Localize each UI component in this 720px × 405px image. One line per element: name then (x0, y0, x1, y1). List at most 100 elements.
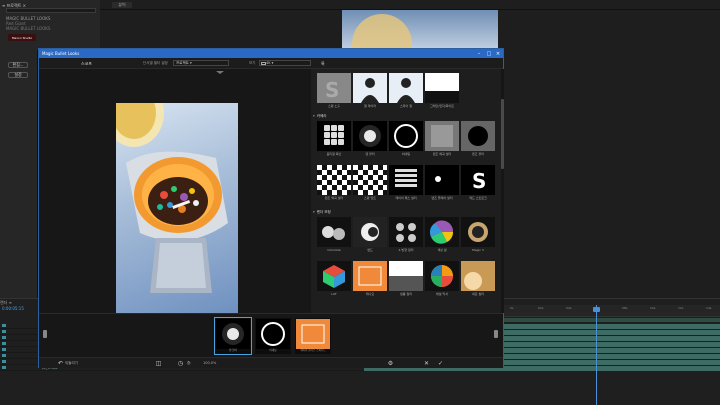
look-tool-tile[interactable]: Magic 3 (461, 217, 495, 253)
look-tool-tile[interactable]: 스파이 얼 (389, 73, 423, 109)
look-tool-tile[interactable]: 렌즈 플레어 필터 (425, 165, 459, 201)
preview-area (39, 69, 311, 319)
minimize-button[interactable]: – (475, 50, 483, 57)
look-tool-tile[interactable]: 그레인/입자/화이트 (425, 73, 459, 109)
look-tool-tile[interactable]: 채널 믹서 (425, 261, 459, 297)
playhead-handle[interactable] (593, 307, 600, 312)
tool-thumbnail (317, 217, 351, 247)
dialog-titlebar[interactable]: Magic Bullet Looks – □ × (39, 49, 503, 58)
tool-thumbnail (425, 217, 459, 247)
viewer-tabbar (100, 0, 720, 10)
undo-icon[interactable]: ↶ (57, 360, 64, 367)
chain-tool-label: 레이어 플러스 스피티드 (300, 349, 326, 352)
gear-icon[interactable]: ⚙ (387, 360, 394, 367)
view-dropdown[interactable]: 4K ▾ (259, 60, 311, 66)
timecode[interactable]: 0:00:05:15 (2, 306, 24, 311)
look-tool-tile[interactable]: 필름 컬러 (389, 261, 423, 297)
look-tool-tile[interactable]: 비네팅 (389, 121, 423, 157)
tool-chain-strip: 렌 블러 비네팅 레이어 플러스 스피티드 (39, 313, 503, 357)
work-area-bar[interactable] (504, 318, 720, 322)
tool-label: Magic 3 (472, 248, 484, 252)
look-tool-tile[interactable]: 스윙 틸트 (353, 165, 387, 201)
chevron-right-icon[interactable] (494, 330, 498, 338)
category-label: 렌더 보정 (316, 210, 331, 214)
tool-thumbnail (317, 261, 351, 291)
tool-label: LUT (331, 292, 337, 296)
layer-visibility-toggle[interactable] (2, 360, 6, 363)
look-tool-tile[interactable]: 렌 블러 (353, 121, 387, 157)
chevron-down-icon[interactable] (216, 71, 224, 74)
tool-thumbnail (425, 73, 459, 103)
look-tool-tile[interactable]: S 레드 스트로크 (461, 165, 495, 201)
brand-logo: Maxon Studio (8, 34, 36, 41)
dialog-toolbar: 스코프 단서별 필터 설정 프로젝트 ▾ 보기 4K ▾ 룩 (39, 58, 503, 69)
timeline-ruler[interactable]: 0s02s04s06s08s10s12s14s (504, 305, 720, 317)
settings-button[interactable]: 설정 (8, 72, 28, 78)
ruler-tick: 12s (678, 306, 684, 310)
layer-visibility-toggle[interactable] (2, 354, 6, 357)
ruler-tick: 08s (622, 306, 628, 310)
layer-visibility-toggle[interactable] (2, 348, 6, 351)
layer-visibility-toggle[interactable] (2, 366, 6, 369)
tool-thumbnail (461, 217, 495, 247)
layer-visibility-toggle[interactable] (2, 342, 6, 345)
tool-thumbnail (353, 165, 387, 195)
close-button[interactable]: × (494, 50, 502, 57)
look-tool-tile[interactable]: 밴드 (353, 217, 387, 253)
chevron-left-icon[interactable] (43, 330, 47, 338)
tab-viewer[interactable]: 뷰어 (112, 2, 132, 8)
tool-label: 렌즈 왜곡 필터 (324, 196, 344, 200)
layer-visibility-toggle[interactable] (2, 324, 6, 327)
edit-button[interactable]: 편집... (8, 62, 28, 68)
look-tool-tile[interactable]: 레나요 (353, 261, 387, 297)
tool-label: 그레인/입자/화이트 (429, 104, 455, 108)
layer-visibility-toggle[interactable] (2, 330, 6, 333)
chain-tool-tile[interactable]: 비네팅 (255, 318, 291, 354)
zoom-value[interactable]: 100.0% (203, 361, 216, 365)
scrollbar-thumb[interactable] (501, 99, 504, 169)
tool-label: 비네팅 (401, 152, 411, 156)
look-tool-tile[interactable]: 레이어 패스 필터 (389, 165, 423, 201)
preset-dropdown[interactable]: 프로젝트 ▾ (173, 60, 229, 66)
chevron-down-icon: ▾ (313, 210, 315, 214)
chain-tool-tile[interactable]: 렌 블러 (214, 317, 252, 355)
look-tool-tile[interactable]: Colorista (317, 217, 351, 253)
chain-tool-tile[interactable]: 레이어 플러스 스피티드 (295, 318, 331, 354)
category-header[interactable]: ▾ 렌더 보정 (313, 209, 499, 215)
timeline-title[interactable]: 렌더 ≡ (0, 300, 40, 305)
tool-label: 렌즈 블러 (472, 152, 484, 156)
confirm-icon[interactable]: ✓ (437, 360, 444, 367)
tool-thumbnail (317, 121, 351, 151)
look-tool-tile[interactable]: 렌즈 블러 (461, 121, 495, 157)
layer-visibility-toggle[interactable] (2, 336, 6, 339)
look-tool-tile[interactable]: 4-방향 컬러 (389, 217, 423, 253)
preview-section-title: 스코프 (81, 61, 93, 66)
tool-label: 스파이 얼 (400, 104, 412, 108)
look-tool-tile[interactable]: 렌즈 왜곡 필터 (425, 121, 459, 157)
maximize-button[interactable]: □ (485, 50, 493, 57)
project-panel: ≡ 프로젝트 × MAGIC BULLET LOOKS Red Giant MA… (0, 0, 100, 50)
tool-thumbnail (353, 73, 387, 103)
cancel-icon[interactable]: ✕ (423, 360, 430, 367)
tools-panel: S 스윙 노출 얼 마이라 스파이 얼 그레인/입자/화이트 ▾ 카메라 옵티컬 확산 렌 블러… (311, 69, 501, 313)
svg-text:S: S (325, 78, 339, 102)
preview-image[interactable] (116, 103, 238, 319)
clock-icon[interactable]: ◷ (177, 360, 184, 367)
look-tool-tile[interactable]: S 스윙 노출 (317, 73, 351, 109)
preview-photo (116, 103, 228, 293)
look-tool-tile[interactable]: 네온 필터 (461, 261, 495, 297)
look-tool-tile[interactable]: LUT (317, 261, 351, 297)
tool-thumbnail (425, 165, 459, 195)
looks-dialog: Magic Bullet Looks – □ × 스코프 단서별 필터 설정 프… (38, 48, 504, 368)
category-label: 카메라 (316, 114, 327, 118)
look-tool-tile[interactable]: 색상 휠 (425, 217, 459, 253)
look-tool-tile[interactable]: 렌즈 왜곡 필터 (317, 165, 351, 201)
compare-icon[interactable]: ◫ (155, 360, 162, 367)
look-tool-tile[interactable]: 옵티컬 확산 (317, 121, 351, 157)
category-header[interactable]: ▾ 카메라 (313, 113, 499, 119)
project-search-input[interactable] (6, 8, 96, 13)
tool-thumbnail (353, 121, 387, 151)
look-tool-tile[interactable]: 얼 마이라 (353, 73, 387, 109)
ruler-tick: 02s (538, 306, 544, 310)
chain-tool-thumbnail (256, 319, 290, 350)
